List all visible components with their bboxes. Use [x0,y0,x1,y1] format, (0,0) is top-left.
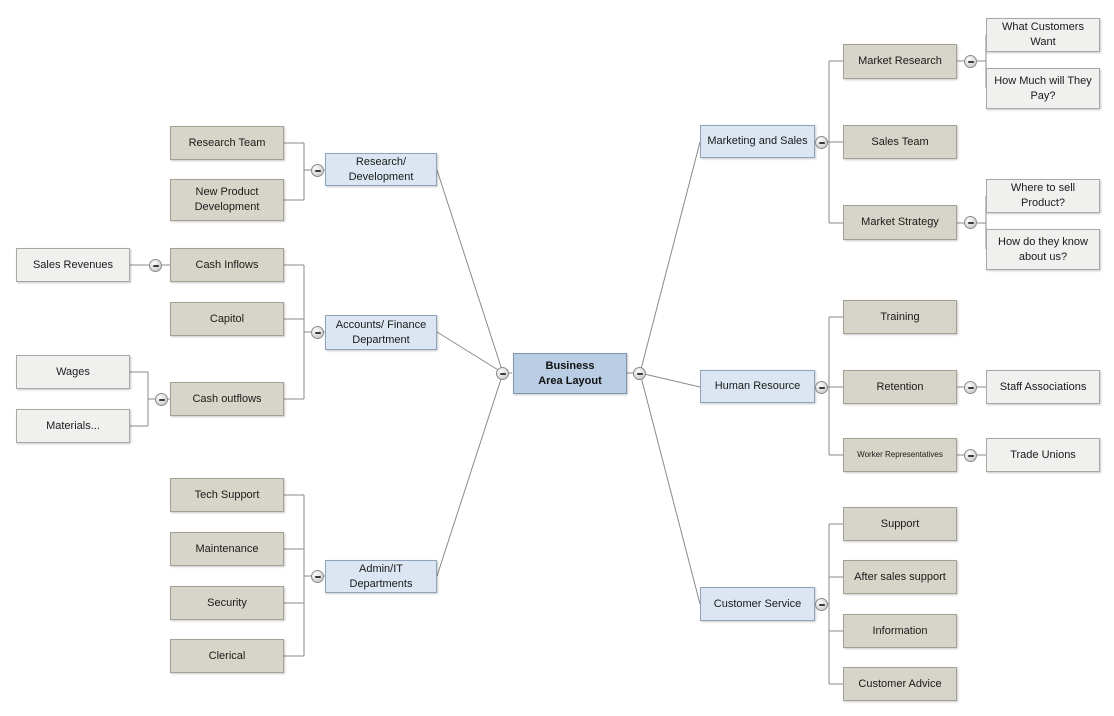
child-label-market-research: Market Research [858,55,942,68]
child-node-after-sales-support[interactable]: After sales support [843,560,957,594]
collapse-toggle-admin-it[interactable] [311,570,324,583]
leaf-label-where-to-sell-product: Where to sell Product? [1010,182,1076,209]
leaf-label-how-do-they-know-line1: How do they know [998,235,1088,248]
leaf-node-sales-revenues[interactable]: Sales Revenues [16,248,130,282]
branch-label-human-resource: Human Resource [714,380,801,393]
branch-label-research-development: Research/ Development [348,155,414,183]
child-node-retention[interactable]: Retention [843,370,957,404]
child-node-market-strategy[interactable]: Market Strategy [843,205,957,240]
child-label-customer-advice: Customer Advice [858,677,942,690]
collapse-toggle-customer-service[interactable] [815,598,828,611]
collapse-toggle-worker-representatives[interactable] [964,449,977,462]
branch-node-admin-it-departments[interactable]: Admin/IT Departments [325,560,437,593]
child-node-information[interactable]: Information [843,614,957,648]
child-node-training[interactable]: Training [843,300,957,334]
collapse-toggle-cash-inflows[interactable] [149,259,162,272]
child-label-new-product-development-line1: New Product [195,186,259,199]
leaf-node-materials[interactable]: Materials... [16,409,130,443]
mindmap-canvas: Business Area Layout Research/ Developme… [0,0,1114,716]
collapse-toggle-market-research[interactable] [964,55,977,68]
branch-label-customer-service: Customer Service [713,597,802,610]
child-node-research-team[interactable]: Research Team [170,126,284,160]
child-node-cash-outflows[interactable]: Cash outflows [170,382,284,416]
child-node-maintenance[interactable]: Maintenance [170,532,284,566]
child-node-security[interactable]: Security [170,586,284,620]
leaf-node-where-to-sell-product[interactable]: Where to sell Product? [986,179,1100,213]
leaf-label-how-do-they-know-line2: about us? [1018,250,1068,263]
child-label-cash-outflows: Cash outflows [192,392,262,405]
child-node-new-product-development[interactable]: New Product Development [170,179,284,221]
branch-label-marketing-and-sales: Marketing and Sales [707,135,808,148]
branch-label-admin-it-departments: Admin/IT Departments [349,562,413,590]
leaf-label-trade-unions: Trade Unions [1010,448,1076,461]
root-label-line2: Area Layout [538,374,602,387]
child-label-cash-inflows: Cash Inflows [195,258,259,271]
child-label-support: Support [880,517,920,530]
leaf-label-sales-revenues: Sales Revenues [32,258,114,271]
child-node-capitol[interactable]: Capitol [170,302,284,336]
branch-node-customer-service[interactable]: Customer Service [700,587,815,621]
child-label-maintenance: Maintenance [195,542,259,555]
child-label-tech-support: Tech Support [194,488,260,501]
child-label-information: Information [872,624,928,637]
leaf-label-how-much-will-they-pay-line1: How Much will They [994,74,1092,87]
branch-node-research-development[interactable]: Research/ Development [325,153,437,186]
branch-node-human-resource[interactable]: Human Resource [700,370,815,403]
collapse-toggle-accounts-finance[interactable] [311,326,324,339]
child-node-clerical[interactable]: Clerical [170,639,284,673]
child-node-market-research[interactable]: Market Research [843,44,957,79]
collapse-toggle-retention[interactable] [964,381,977,394]
child-label-sales-team: Sales Team [871,135,929,148]
leaf-label-how-much-will-they-pay-line2: Pay? [1030,89,1056,102]
leaf-node-how-much-will-they-pay[interactable]: How Much will They Pay? [986,68,1100,109]
child-node-cash-inflows[interactable]: Cash Inflows [170,248,284,282]
child-label-worker-representatives: Worker Representatives [857,449,943,459]
child-label-retention: Retention [876,380,924,393]
root-label-line1: Business [545,359,595,372]
child-label-new-product-development-line2: Development [194,201,260,213]
leaf-node-how-do-they-know-about-us[interactable]: How do they know about us? [986,229,1100,270]
collapse-toggle-root-left[interactable] [496,367,509,380]
branch-node-marketing-and-sales[interactable]: Marketing and Sales [700,125,815,158]
collapse-toggle-marketing-and-sales[interactable] [815,136,828,149]
leaf-node-wages[interactable]: Wages [16,355,130,389]
collapse-toggle-market-strategy[interactable] [964,216,977,229]
child-label-research-team: Research Team [188,136,266,149]
branch-node-accounts-finance-department[interactable]: Accounts/ Finance Department [325,315,437,350]
child-label-clerical: Clerical [208,649,246,662]
child-label-capitol: Capitol [209,312,245,325]
root-node-business-area-layout[interactable]: Business Area Layout [513,353,627,394]
child-node-worker-representatives[interactable]: Worker Representatives [843,438,957,472]
leaf-node-what-customers-want[interactable]: What Customers Want [986,18,1100,52]
child-node-tech-support[interactable]: Tech Support [170,478,284,512]
branch-label-accounts-finance-line2: Department [352,333,410,346]
child-label-security: Security [207,596,247,609]
leaf-label-materials: Materials... [46,419,100,432]
collapse-toggle-root-right[interactable] [633,367,646,380]
child-node-customer-advice[interactable]: Customer Advice [843,667,957,701]
leaf-node-trade-unions[interactable]: Trade Unions [986,438,1100,472]
collapse-toggle-human-resource[interactable] [815,381,828,394]
leaf-label-what-customers-want: What Customers Want [1002,21,1084,48]
leaf-label-staff-associations: Staff Associations [999,380,1087,393]
collapse-toggle-research-development[interactable] [311,164,324,177]
child-label-after-sales-support: After sales support [854,570,946,583]
child-node-sales-team[interactable]: Sales Team [843,125,957,159]
child-node-support[interactable]: Support [843,507,957,541]
child-label-market-strategy: Market Strategy [861,216,939,229]
leaf-label-wages: Wages [56,365,90,378]
collapse-toggle-cash-outflows[interactable] [155,393,168,406]
child-label-training: Training [880,310,920,323]
leaf-node-staff-associations[interactable]: Staff Associations [986,370,1100,404]
branch-label-accounts-finance-line1: Accounts/ Finance [335,318,427,331]
